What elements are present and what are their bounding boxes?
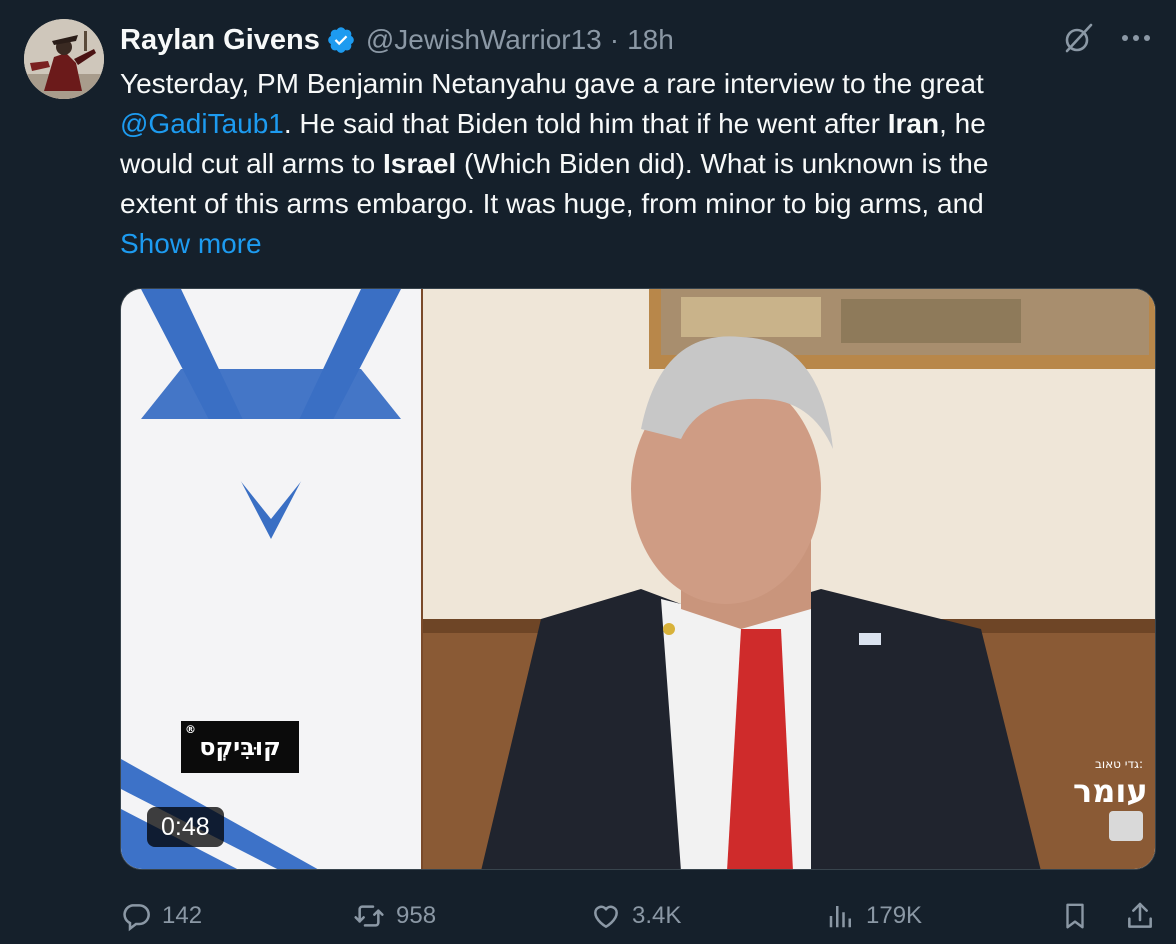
retweet-button[interactable]: 958 (352, 894, 436, 938)
tweet-line-2-text-b: , he (939, 108, 986, 139)
verified-badge-icon[interactable] (326, 25, 356, 55)
video-duration: 0:48 (147, 807, 224, 847)
logo-registered-mark: ® (185, 723, 196, 736)
bookmark-button[interactable] (1060, 894, 1090, 938)
show-more-link[interactable]: Show more (120, 224, 262, 264)
avatar[interactable] (24, 19, 104, 99)
heart-icon (594, 905, 618, 928)
retweet-icon (354, 905, 384, 927)
retweet-count: 958 (396, 902, 437, 929)
watermark-small-text: גדי טאוב: (1094, 757, 1143, 771)
reply-count: 142 (162, 902, 203, 929)
reply-button[interactable]: 142 (120, 894, 202, 938)
views-count: 179K (866, 902, 923, 929)
views-icon (829, 906, 851, 928)
logo-text: קוּבִּיקְס (199, 733, 281, 761)
reply-icon (123, 904, 150, 932)
author-handle[interactable]: @JewishWarrior13 (366, 24, 602, 56)
tweet-line-2-text-a: . He said that Biden told him that if he… (283, 108, 888, 139)
mention-link[interactable]: @GadiTaub1 (120, 108, 284, 139)
action-bar: 142 958 3.4K 179K (120, 894, 1156, 938)
share-icon (1128, 902, 1152, 928)
display-name[interactable]: Raylan Givens (120, 24, 320, 57)
separator-dot: · (609, 24, 620, 55)
watermark-badge-icon (1109, 811, 1143, 841)
bold-israel: Israel (383, 148, 457, 179)
tweet-text: Yesterday, PM Benjamin Netanyahu gave a … (120, 64, 1140, 264)
tweet-header: Raylan Givens @JewishWarrior13 · 18h (120, 20, 674, 60)
tweet-line-1: Yesterday, PM Benjamin Netanyahu gave a … (120, 68, 984, 99)
like-count: 3.4K (632, 902, 682, 929)
top-actions (1060, 20, 1154, 56)
bold-iran: Iran (887, 108, 940, 139)
bookmark-icon (1066, 903, 1084, 929)
show-watermark: גדי טאוב: עומר (1073, 757, 1148, 841)
broadcaster-logo: ® קוּבִּיקְס (181, 721, 299, 773)
grok-icon[interactable] (1060, 20, 1096, 56)
video-frame (121, 289, 1155, 869)
like-button[interactable]: 3.4K (590, 894, 681, 938)
share-button[interactable] (1124, 894, 1156, 938)
views-button[interactable]: 179K (826, 894, 922, 938)
avatar-image (24, 19, 104, 99)
video-player[interactable]: ® קוּבִּיקְס 0:48 גדי טאוב: עומר (120, 288, 1156, 870)
post-time[interactable]: 18h (627, 24, 674, 56)
more-icon[interactable] (1118, 20, 1154, 56)
tweet-line-4: extent of this arms embargo. It was huge… (120, 188, 984, 219)
tweet-line-2: @GadiTaub1. He said that Biden told him … (120, 104, 1140, 144)
tweet-card[interactable]: Raylan Givens @JewishWarrior13 · 18h Yes… (0, 0, 1176, 944)
tweet-line-3-text-a: would cut all arms to (120, 148, 383, 179)
tweet-line-3: would cut all arms to Israel (Which Bide… (120, 144, 1140, 184)
watermark-big-text: עומר (1073, 772, 1148, 810)
tweet-line-3-text-b: (Which Biden did). What is unknown is th… (456, 148, 989, 179)
